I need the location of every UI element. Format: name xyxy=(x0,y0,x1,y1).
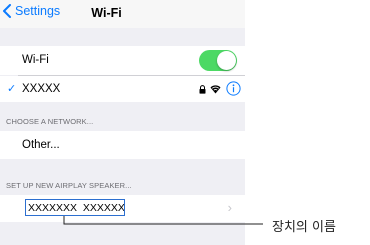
choose-network-header: CHOOSE A NETWORK... xyxy=(6,117,94,126)
page-title: Wi-Fi xyxy=(91,6,122,20)
other-network-row[interactable]: Other... xyxy=(0,131,245,159)
callout-label: 장치의 이름 xyxy=(272,220,336,235)
chevron-right-icon: › xyxy=(227,200,232,215)
lock-icon xyxy=(199,85,206,94)
connected-network-row[interactable]: ✓ XXXXX xyxy=(0,76,245,102)
toggle-knob xyxy=(217,51,236,70)
info-icon[interactable] xyxy=(226,81,241,96)
other-network-label: Other... xyxy=(22,139,60,151)
wifi-label: Wi-Fi xyxy=(22,54,49,66)
wifi-toggle-row: Wi-Fi xyxy=(0,46,245,75)
airplay-section-header: SET UP NEW AIRPLAY SPEAKER... xyxy=(6,181,132,190)
checkmark-icon: ✓ xyxy=(7,83,17,95)
nav-bar: Settings Wi-Fi xyxy=(0,0,245,28)
connected-network-name: XXXXX xyxy=(22,83,61,95)
device-name-highlight xyxy=(25,199,125,216)
wifi-signal-icon xyxy=(210,85,221,94)
wifi-toggle[interactable] xyxy=(199,50,237,71)
